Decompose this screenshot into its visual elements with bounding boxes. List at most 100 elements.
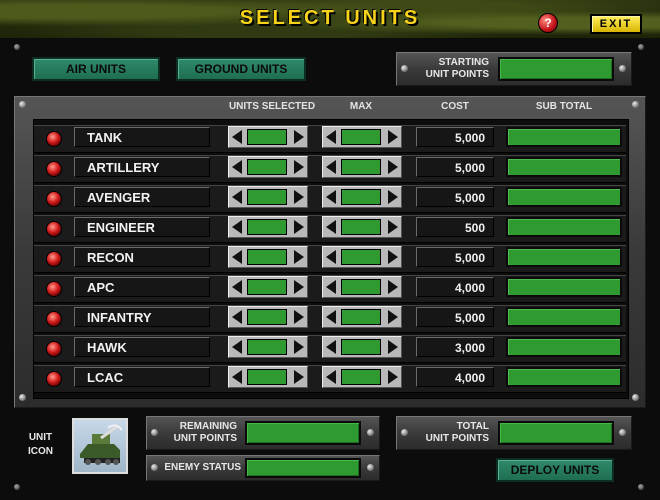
arrow-right-icon[interactable] (294, 310, 304, 324)
max-stepper (322, 156, 402, 178)
arrow-right-icon[interactable] (294, 160, 304, 174)
arrow-right-icon[interactable] (294, 370, 304, 384)
starting-points-field (498, 57, 614, 81)
arrow-left-icon[interactable] (232, 310, 242, 324)
sub-total-field (506, 247, 622, 267)
arrow-right-icon[interactable] (294, 130, 304, 144)
rivet (151, 464, 158, 471)
arrow-left-icon[interactable] (326, 190, 336, 204)
max-value (341, 159, 381, 175)
help-icon[interactable]: ? (538, 13, 558, 33)
arrow-right-icon[interactable] (388, 310, 398, 324)
max-value (341, 129, 381, 145)
unit-name: HAWK (74, 337, 210, 357)
arrow-left-icon[interactable] (326, 310, 336, 324)
arrow-left-icon[interactable] (326, 250, 336, 264)
select-led-indicator[interactable] (46, 281, 62, 297)
starting-points-panel: STARTING UNIT POINTS (396, 52, 632, 86)
rivet (638, 44, 644, 50)
rivet (367, 429, 374, 436)
units-selected-value (247, 339, 287, 355)
max-stepper (322, 216, 402, 238)
rivet (19, 101, 26, 108)
arrow-right-icon[interactable] (294, 250, 304, 264)
total-points-field (498, 421, 614, 445)
arrow-right-icon[interactable] (388, 220, 398, 234)
sub-total-field (506, 217, 622, 237)
arrow-left-icon[interactable] (232, 370, 242, 384)
max-value (341, 369, 381, 385)
units-selected-value (247, 249, 287, 265)
arrow-right-icon[interactable] (388, 160, 398, 174)
enemy-status-panel: ENEMY STATUS (146, 455, 380, 481)
rivet (632, 394, 639, 401)
select-led-indicator[interactable] (46, 131, 62, 147)
unit-name: TANK (74, 127, 210, 147)
arrow-right-icon[interactable] (294, 220, 304, 234)
arrow-right-icon[interactable] (388, 190, 398, 204)
starting-points-label-line2: UNIT POINTS (425, 69, 489, 80)
deploy-units-button[interactable]: DEPLOY UNITS (496, 458, 614, 482)
total-label-line2: UNIT POINTS (425, 433, 489, 444)
col-header-cost: COST (441, 101, 469, 112)
exit-button[interactable]: EXIT (590, 14, 642, 34)
arrow-left-icon[interactable] (326, 280, 336, 294)
unit-cost: 5,000 (416, 247, 494, 267)
sub-total-field (506, 187, 622, 207)
rivet (632, 101, 639, 108)
arrow-left-icon[interactable] (326, 130, 336, 144)
col-header-units-selected: UNITS SELECTED (228, 101, 316, 112)
air-units-button[interactable]: AIR UNITS (32, 57, 160, 81)
starting-points-label: STARTING UNIT POINTS (411, 57, 489, 81)
ground-units-button[interactable]: GROUND UNITS (176, 57, 306, 81)
max-value (341, 279, 381, 295)
select-led-indicator[interactable] (46, 371, 62, 387)
arrow-left-icon[interactable] (232, 340, 242, 354)
arrow-left-icon[interactable] (232, 250, 242, 264)
arrow-left-icon[interactable] (326, 370, 336, 384)
units-selected-stepper (228, 126, 308, 148)
enemy-status-field (245, 458, 361, 478)
arrow-left-icon[interactable] (232, 220, 242, 234)
arrow-right-icon[interactable] (388, 370, 398, 384)
rivet (401, 429, 408, 436)
select-led-indicator[interactable] (46, 221, 62, 237)
select-led-indicator[interactable] (46, 161, 62, 177)
sub-total-field (506, 307, 622, 327)
select-led-indicator[interactable] (46, 251, 62, 267)
max-stepper (322, 276, 402, 298)
arrow-left-icon[interactable] (232, 190, 242, 204)
arrow-left-icon[interactable] (232, 130, 242, 144)
sub-total-field (506, 367, 622, 387)
arrow-right-icon[interactable] (294, 340, 304, 354)
sub-total-field (506, 157, 622, 177)
units-selected-stepper (228, 156, 308, 178)
unit-name: ENGINEER (74, 217, 210, 237)
arrow-left-icon[interactable] (326, 220, 336, 234)
table-row: RECON 5,000 (34, 245, 626, 275)
units-selected-value (247, 159, 287, 175)
title-bar: SELECT UNITS ? EXIT (0, 0, 660, 38)
select-led-indicator[interactable] (46, 341, 62, 357)
remaining-label-line1: REMAINING (179, 421, 237, 432)
arrow-right-icon[interactable] (388, 280, 398, 294)
arrow-left-icon[interactable] (232, 160, 242, 174)
max-value (341, 249, 381, 265)
rivet (619, 429, 626, 436)
arrow-left-icon[interactable] (326, 340, 336, 354)
rivet (14, 44, 20, 50)
units-selected-value (247, 309, 287, 325)
arrow-right-icon[interactable] (388, 340, 398, 354)
unit-name: ARTILLERY (74, 157, 210, 177)
arrow-right-icon[interactable] (294, 280, 304, 294)
max-value (341, 309, 381, 325)
arrow-left-icon[interactable] (232, 280, 242, 294)
select-led-indicator[interactable] (46, 311, 62, 327)
arrow-right-icon[interactable] (388, 130, 398, 144)
arrow-left-icon[interactable] (326, 160, 336, 174)
arrow-right-icon[interactable] (294, 190, 304, 204)
unit-cost: 3,000 (416, 337, 494, 357)
remaining-label-line2: UNIT POINTS (173, 433, 237, 444)
arrow-right-icon[interactable] (388, 250, 398, 264)
select-led-indicator[interactable] (46, 191, 62, 207)
